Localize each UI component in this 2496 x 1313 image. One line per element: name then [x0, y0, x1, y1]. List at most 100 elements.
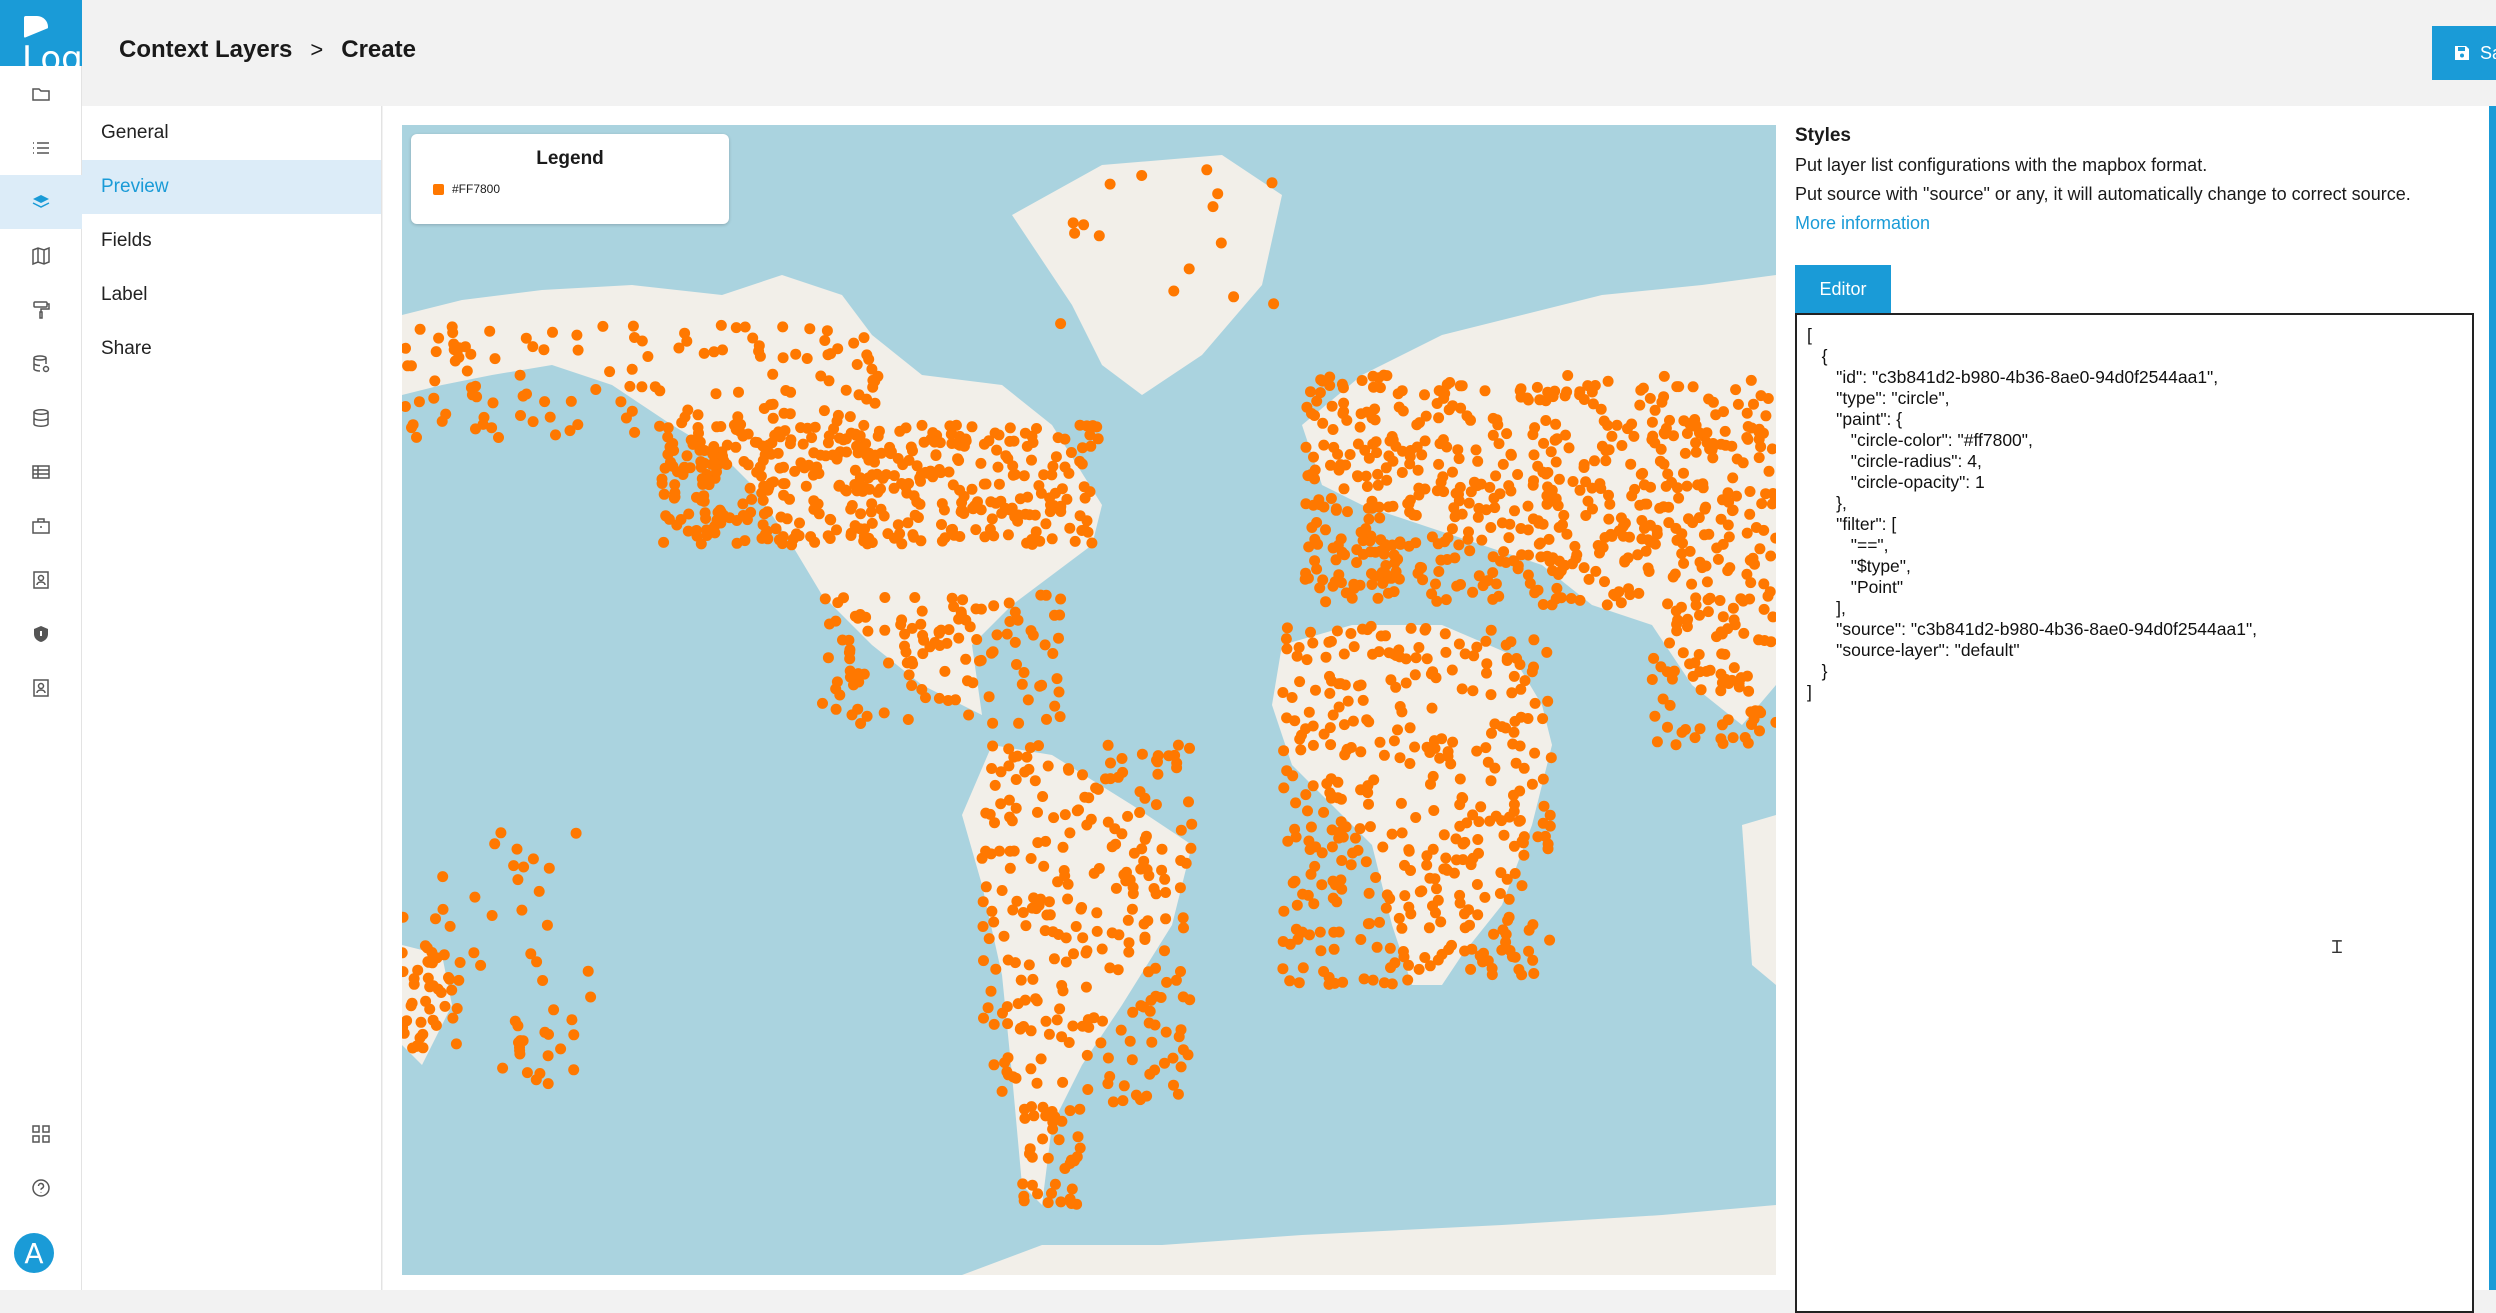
map-point[interactable] — [1542, 695, 1554, 707]
map-point[interactable] — [1383, 501, 1395, 513]
map-point[interactable] — [681, 335, 693, 347]
map-point[interactable] — [1228, 291, 1240, 303]
map-point[interactable] — [840, 384, 852, 396]
map-point[interactable] — [1049, 700, 1061, 712]
map-point[interactable] — [907, 658, 919, 670]
map-point[interactable] — [511, 843, 523, 855]
map-point[interactable] — [1669, 568, 1681, 580]
map-point[interactable] — [1526, 778, 1538, 790]
map-point[interactable] — [461, 365, 473, 377]
map-point[interactable] — [1599, 576, 1610, 588]
map-point[interactable] — [1546, 599, 1558, 611]
map-point[interactable] — [1083, 792, 1095, 804]
map-point[interactable] — [1574, 484, 1586, 496]
map-point[interactable] — [1465, 963, 1477, 975]
map-point[interactable] — [1757, 427, 1769, 439]
map-point[interactable] — [514, 1045, 526, 1057]
map-point[interactable] — [819, 593, 831, 605]
map-point[interactable] — [1004, 422, 1016, 434]
map-point[interactable] — [408, 978, 420, 990]
map-point[interactable] — [1078, 219, 1090, 231]
map-point[interactable] — [541, 919, 553, 931]
map-point[interactable] — [1722, 487, 1734, 499]
map-point[interactable] — [1122, 914, 1134, 926]
map-point[interactable] — [1290, 797, 1302, 809]
map-point[interactable] — [1463, 497, 1475, 509]
map-point[interactable] — [1041, 713, 1052, 725]
map-point[interactable] — [1327, 542, 1339, 554]
map-point[interactable] — [767, 368, 779, 380]
map-point[interactable] — [1715, 513, 1727, 525]
map-point[interactable] — [1690, 437, 1702, 449]
map-point[interactable] — [1317, 417, 1329, 429]
map-point[interactable] — [1004, 616, 1016, 627]
map-point[interactable] — [759, 449, 771, 461]
map-point[interactable] — [1340, 821, 1352, 833]
map-point[interactable] — [1399, 859, 1410, 871]
tab-editor[interactable]: Editor — [1795, 265, 1891, 313]
map-point[interactable] — [975, 457, 987, 469]
map-point[interactable] — [1523, 945, 1535, 957]
map-point[interactable] — [572, 419, 584, 431]
map-point[interactable] — [1376, 567, 1388, 578]
map-point[interactable] — [1465, 414, 1476, 426]
map-point[interactable] — [1122, 810, 1134, 822]
map-point[interactable] — [585, 991, 597, 1003]
map-point[interactable] — [862, 625, 874, 637]
map-point[interactable] — [1002, 529, 1014, 541]
map-point[interactable] — [1043, 1028, 1055, 1040]
map-point[interactable] — [1327, 892, 1339, 904]
map-point[interactable] — [1160, 913, 1172, 925]
map-point[interactable] — [1134, 786, 1146, 798]
map-point[interactable] — [1479, 385, 1491, 397]
map-point[interactable] — [1523, 549, 1534, 561]
map-point[interactable] — [521, 388, 532, 400]
map-point[interactable] — [1316, 879, 1328, 891]
map-point[interactable] — [1433, 412, 1445, 424]
map-point[interactable] — [1018, 1190, 1030, 1202]
map-point[interactable] — [636, 381, 648, 393]
map-point[interactable] — [444, 920, 456, 932]
map-point[interactable] — [1021, 440, 1033, 452]
map-point[interactable] — [830, 683, 842, 695]
map-point[interactable] — [1724, 562, 1736, 574]
map-point[interactable] — [1763, 465, 1775, 477]
subnav-item-preview[interactable]: Preview — [82, 160, 381, 214]
map-point[interactable] — [1268, 298, 1280, 310]
map-point[interactable] — [906, 680, 918, 691]
map-point[interactable] — [1370, 872, 1382, 883]
map-point[interactable] — [527, 853, 539, 865]
map-point[interactable] — [1675, 601, 1687, 613]
map-point[interactable] — [1470, 444, 1482, 456]
map-point[interactable] — [1472, 909, 1484, 921]
map-point[interactable] — [863, 483, 875, 495]
map-point[interactable] — [1426, 702, 1438, 714]
map-point[interactable] — [1048, 812, 1060, 824]
map-point[interactable] — [753, 340, 765, 352]
map-point[interactable] — [1124, 1035, 1136, 1047]
map-point[interactable] — [1503, 480, 1515, 492]
avatar[interactable]: A — [14, 1233, 54, 1273]
map-point[interactable] — [1118, 1080, 1130, 1092]
map-point[interactable] — [1026, 1101, 1037, 1113]
map-point[interactable] — [1372, 468, 1384, 480]
map-point[interactable] — [1578, 462, 1590, 473]
map-point[interactable] — [845, 503, 857, 515]
map-point[interactable] — [1522, 524, 1534, 536]
map-point[interactable] — [777, 352, 789, 364]
map-point[interactable] — [1393, 912, 1405, 924]
map-point[interactable] — [1718, 406, 1729, 418]
map-point[interactable] — [1569, 540, 1581, 552]
map-point[interactable] — [954, 531, 966, 542]
map-point[interactable] — [1104, 178, 1116, 190]
map-point[interactable] — [1657, 693, 1669, 705]
map-point[interactable] — [1324, 787, 1336, 799]
map-point[interactable] — [917, 629, 929, 641]
map-point[interactable] — [1351, 544, 1363, 556]
map-point[interactable] — [1544, 934, 1556, 946]
map-point[interactable] — [837, 434, 849, 446]
map-point[interactable] — [1481, 658, 1493, 670]
map-point[interactable] — [1175, 855, 1187, 866]
map-point[interactable] — [1459, 836, 1471, 848]
map-point[interactable] — [1051, 673, 1063, 685]
